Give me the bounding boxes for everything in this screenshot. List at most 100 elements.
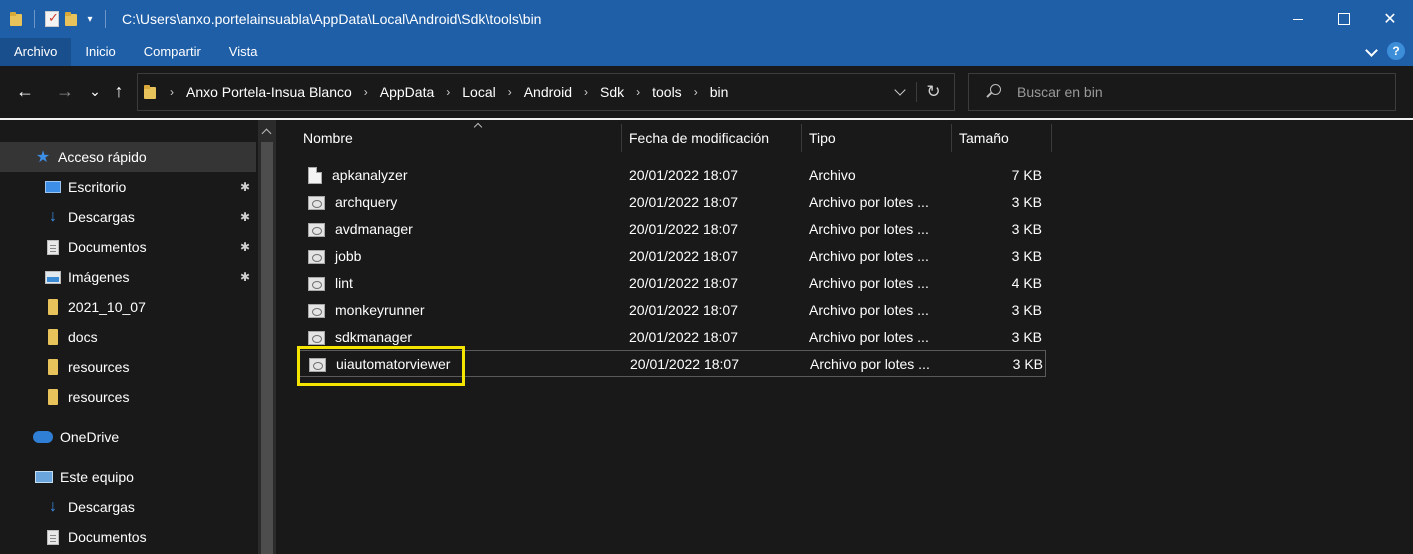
batch-file-icon <box>308 222 325 237</box>
properties-icon[interactable] <box>45 10 59 27</box>
breadcrumb-item[interactable]: Anxo Portela-Insua Blanco <box>180 84 358 100</box>
pin-icon[interactable]: ✱ <box>240 270 250 284</box>
tab-archivo[interactable]: Archivo <box>0 38 72 66</box>
search-box[interactable] <box>968 73 1396 111</box>
file-row[interactable]: monkeyrunner 20/01/2022 18:07 Archivo po… <box>298 297 1046 324</box>
sidebar-item-resources[interactable]: resources <box>0 352 256 382</box>
star-icon: ★ <box>35 149 51 166</box>
highlight-annotation-box <box>297 346 465 386</box>
sidebar-item-label: Documentos <box>68 239 147 255</box>
sidebar-item-escritorio[interactable]: Escritorio ✱ <box>0 172 256 202</box>
tab-compartir[interactable]: Compartir <box>130 38 215 66</box>
window-controls: ✕ <box>1275 0 1413 38</box>
customize-toolbar-icon[interactable]: ▾ <box>85 14 95 25</box>
pin-icon[interactable]: ✱ <box>240 180 250 194</box>
pin-icon[interactable]: ✱ <box>240 210 250 224</box>
file-list: Nombre Fecha de modificación Tipo Tamaño… <box>276 120 1413 554</box>
tab-inicio[interactable]: Inicio <box>71 38 129 66</box>
column-header-fecha[interactable]: Fecha de modificación <box>621 124 802 152</box>
sidebar-item-quick-access[interactable]: ★ Acceso rápido <box>0 142 256 172</box>
document-icon <box>44 238 62 256</box>
sidebar-item-este-equipo[interactable]: Este equipo <box>0 462 256 492</box>
refresh-icon[interactable]: ↻ <box>916 82 946 102</box>
file-row[interactable]: jobb 20/01/2022 18:07 Archivo por lotes … <box>298 243 1046 270</box>
sidebar-item-label: 2021_10_07 <box>68 299 146 315</box>
file-type: Archivo por lotes ... <box>809 275 929 291</box>
folder-icon <box>44 388 62 406</box>
file-row[interactable]: apkanalyzer 20/01/2022 18:07 Archivo 7 K… <box>298 162 1046 189</box>
toolbar-separator <box>34 10 35 28</box>
sidebar-item-2021-10-07[interactable]: 2021_10_07 <box>0 292 256 322</box>
file-row[interactable]: lint 20/01/2022 18:07 Archivo por lotes … <box>298 270 1046 297</box>
sidebar-item-descargas-pc[interactable]: ↓ Descargas <box>0 492 256 522</box>
new-folder-icon[interactable] <box>65 12 79 26</box>
column-header-tamano[interactable]: Tamaño <box>951 124 1052 152</box>
breadcrumb-item[interactable]: bin <box>704 84 735 100</box>
file-date: 20/01/2022 18:07 <box>629 167 738 183</box>
sidebar-item-label: Escritorio <box>68 179 127 195</box>
breadcrumb-item[interactable]: AppData <box>374 84 440 100</box>
navigation-bar: ← → ⌄ ↑ › Anxo Portela-Insua Blanco › Ap… <box>0 66 1413 118</box>
pictures-icon <box>44 268 62 286</box>
file-name: monkeyrunner <box>335 302 425 318</box>
breadcrumb-separator-icon[interactable]: › <box>630 85 646 99</box>
file-name: avdmanager <box>335 221 413 237</box>
breadcrumb-item[interactable]: tools <box>646 84 688 100</box>
file-size: 3 KB <box>1012 356 1043 372</box>
help-icon[interactable]: ? <box>1387 42 1405 60</box>
file-size: 3 KB <box>1011 248 1042 264</box>
download-icon: ↓ <box>49 208 57 225</box>
forward-icon[interactable]: → <box>54 80 76 102</box>
maximize-button[interactable] <box>1321 0 1367 38</box>
title-bar: ▾ C:\Users\anxo.portelainsuabla\AppData\… <box>0 0 1413 38</box>
sidebar-item-onedrive[interactable]: OneDrive <box>0 422 256 452</box>
file-name-cell: jobb <box>308 243 361 270</box>
sidebar-item-documentos-pc[interactable]: Documentos <box>0 522 256 552</box>
scrollbar-thumb[interactable] <box>261 142 273 554</box>
column-header-tipo[interactable]: Tipo <box>801 124 952 152</box>
expand-ribbon-icon[interactable] <box>1365 45 1377 57</box>
up-icon[interactable]: ↑ <box>108 80 130 102</box>
folder-icon <box>144 85 158 99</box>
sidebar-item-label: Descargas <box>68 499 135 515</box>
breadcrumb-separator-icon[interactable]: › <box>688 85 704 99</box>
file-size: 3 KB <box>1011 194 1042 210</box>
batch-file-icon <box>308 330 325 345</box>
breadcrumb-separator-icon[interactable]: › <box>578 85 594 99</box>
close-button[interactable]: ✕ <box>1367 0 1413 38</box>
file-name-cell: archquery <box>308 189 397 216</box>
address-history-dropdown-icon[interactable] <box>894 86 906 98</box>
scroll-up-icon[interactable] <box>258 122 276 140</box>
file-date: 20/01/2022 18:07 <box>629 248 738 264</box>
search-input[interactable] <box>1017 84 1377 100</box>
tab-vista[interactable]: Vista <box>215 38 272 66</box>
file-row[interactable]: archquery 20/01/2022 18:07 Archivo por l… <box>298 189 1046 216</box>
sidebar-item-label: OneDrive <box>60 429 120 445</box>
breadcrumb-separator-icon[interactable]: › <box>164 85 180 99</box>
batch-file-icon <box>308 249 325 264</box>
recent-locations-icon[interactable]: ⌄ <box>84 80 106 102</box>
batch-file-icon <box>308 195 325 210</box>
sidebar-item-documentos[interactable]: Documentos ✱ <box>0 232 256 262</box>
breadcrumb-item[interactable]: Android <box>518 84 578 100</box>
sidebar-item-descargas[interactable]: ↓ Descargas ✱ <box>0 202 256 232</box>
breadcrumb-item[interactable]: Sdk <box>594 84 630 100</box>
file-type: Archivo por lotes ... <box>809 194 929 210</box>
file-row[interactable]: avdmanager 20/01/2022 18:07 Archivo por … <box>298 216 1046 243</box>
breadcrumb-separator-icon[interactable]: › <box>358 85 374 99</box>
document-icon <box>44 528 62 546</box>
breadcrumb-separator-icon[interactable]: › <box>440 85 456 99</box>
back-icon[interactable]: ← <box>14 80 36 102</box>
column-header-nombre[interactable]: Nombre <box>295 124 622 152</box>
minimize-button[interactable] <box>1275 0 1321 38</box>
sidebar-item-label: resources <box>68 359 130 375</box>
breadcrumb-item[interactable]: Local <box>456 84 501 100</box>
sidebar-item-docs[interactable]: docs <box>0 322 256 352</box>
sidebar-item-imagenes[interactable]: Imágenes ✱ <box>0 262 256 292</box>
sidebar-item-label: docs <box>68 329 98 345</box>
breadcrumb-separator-icon[interactable]: › <box>502 85 518 99</box>
sidebar-item-resources[interactable]: resources <box>0 382 256 412</box>
pin-icon[interactable]: ✱ <box>240 240 250 254</box>
address-bar[interactable]: › Anxo Portela-Insua Blanco › AppData › … <box>137 73 955 111</box>
sidebar-item-label: Imágenes <box>68 269 130 285</box>
